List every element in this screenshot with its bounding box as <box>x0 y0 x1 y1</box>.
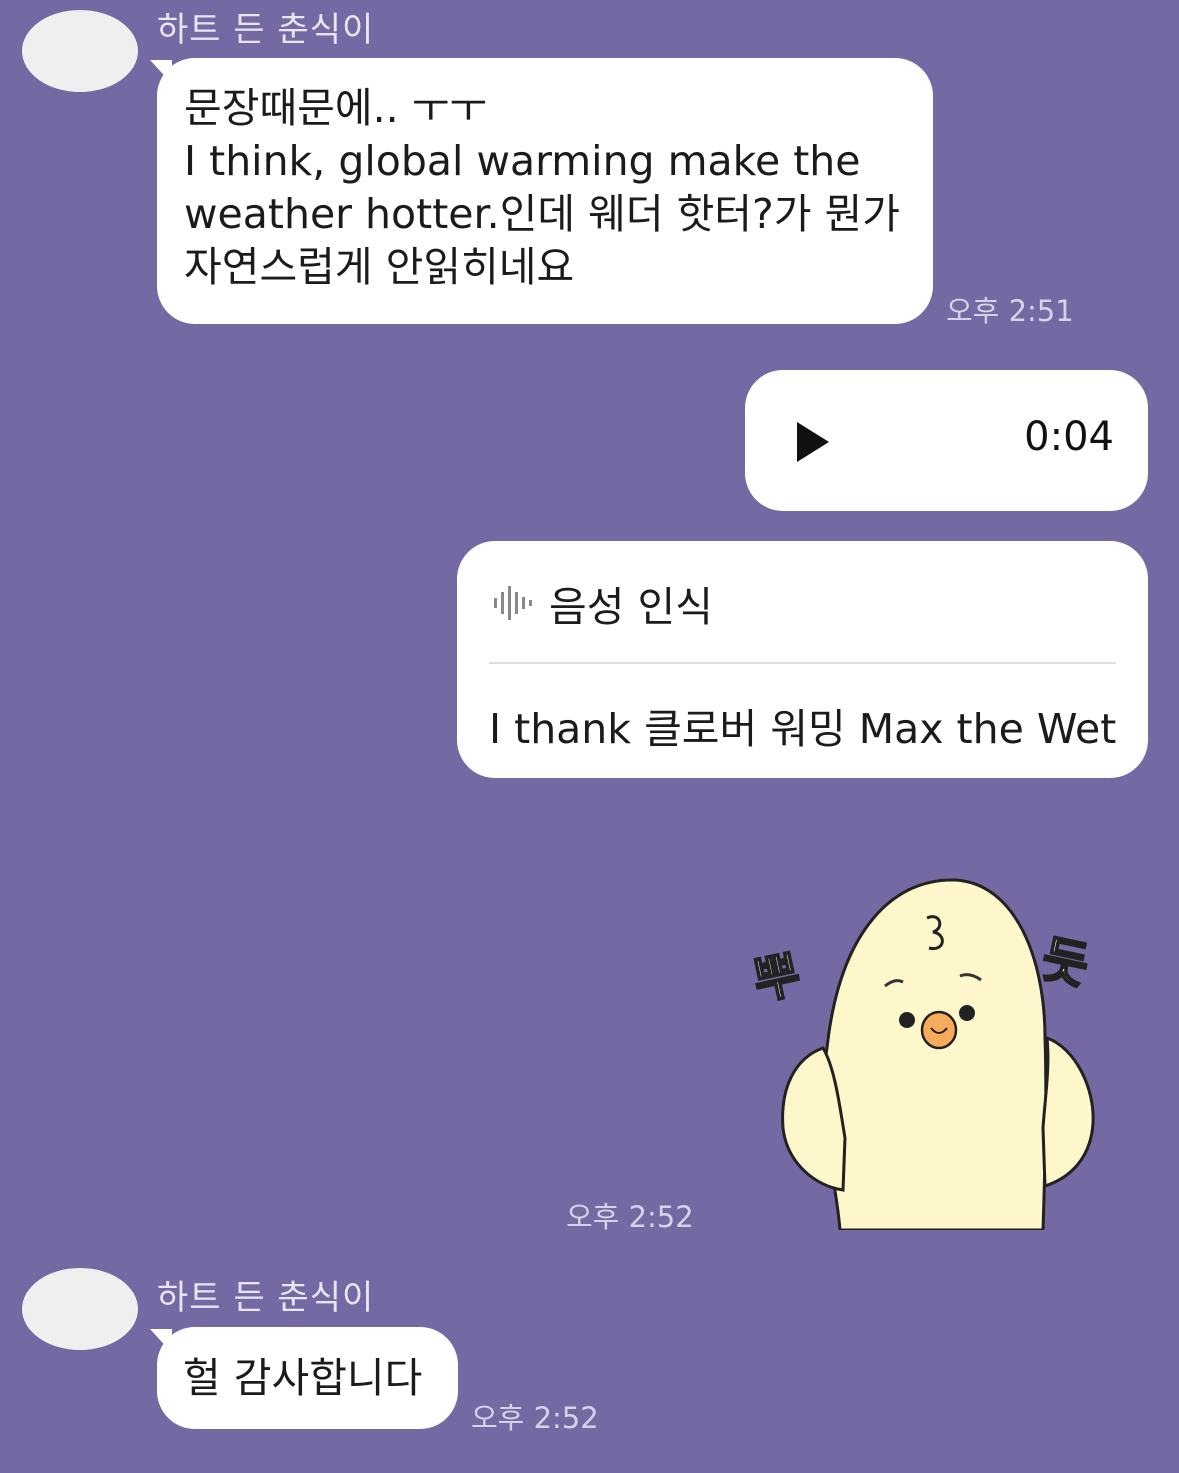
avatar[interactable] <box>22 1268 138 1350</box>
message-time: 오후 2:52 <box>566 1200 694 1234</box>
chick-sticker[interactable]: 뿌 듯 <box>745 868 1120 1232</box>
play-icon[interactable] <box>795 420 831 464</box>
message-time: 오후 2:51 <box>946 294 1074 328</box>
message-time: 오후 2:52 <box>471 1401 599 1435</box>
divider <box>489 662 1116 664</box>
avatar[interactable] <box>22 10 138 92</box>
sender-name: 하트 든 춘식이 <box>157 10 375 50</box>
sender-name: 하트 든 춘식이 <box>157 1278 375 1318</box>
transcript-text: I thank 클로버 워밍 Max the Wet <box>489 705 1117 753</box>
message-text: 문장때문에.. ㅜㅜ I think, global warming make … <box>184 84 900 291</box>
message-bubble[interactable]: 문장때문에.. ㅜㅜ I think, global warming make … <box>157 58 933 324</box>
message-bubble[interactable]: 헐 감사합니다 <box>157 1327 458 1429</box>
message-text: 헐 감사합니다 <box>183 1354 423 1402</box>
voice-message-bubble[interactable]: 0:04 <box>745 370 1148 511</box>
speech-recognition-label: 음성 인식 <box>549 583 713 631</box>
voice-duration: 0:04 <box>1024 414 1114 460</box>
sound-wave-icon <box>494 586 532 620</box>
speech-recognition-bubble[interactable]: 음성 인식 I thank 클로버 워밍 Max the Wet <box>457 541 1148 778</box>
